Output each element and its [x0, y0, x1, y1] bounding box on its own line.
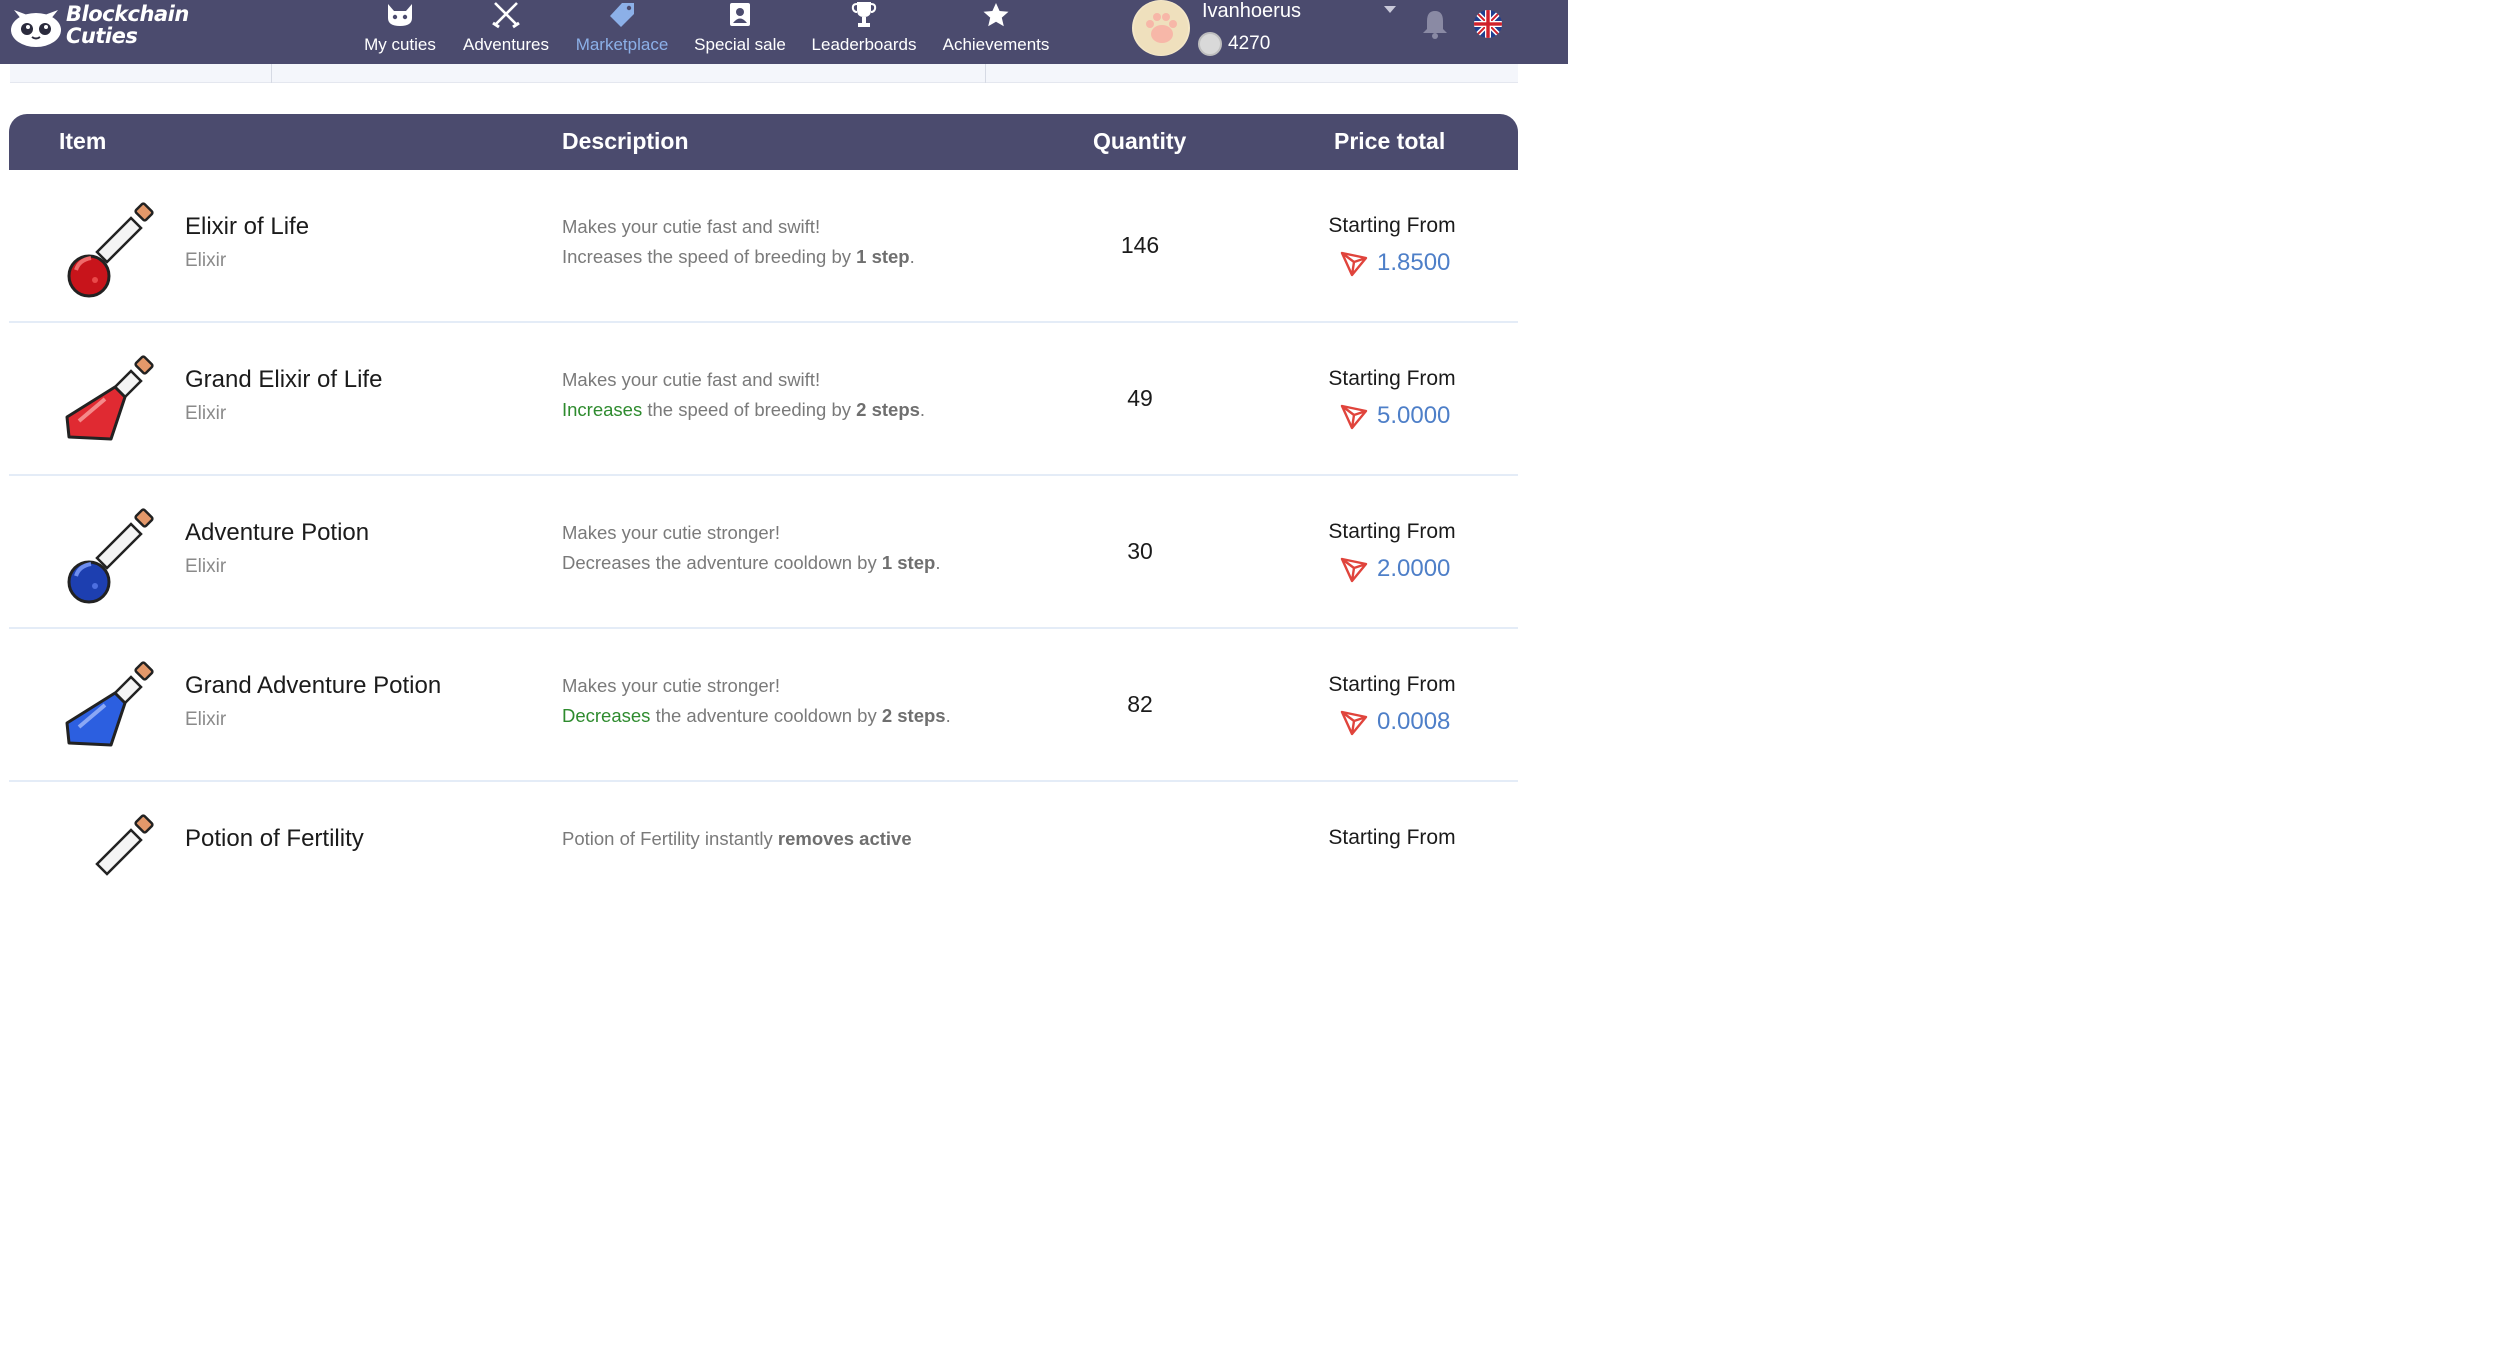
nav-adventures[interactable]: Adventures — [461, 0, 551, 64]
table-row[interactable]: Grand Elixir of Life Elixir Makes your c… — [9, 323, 1518, 476]
logo-text-line1: Blockchain — [66, 2, 189, 26]
price-value: 1.8500 — [1377, 249, 1451, 276]
item-name[interactable]: Grand Elixir of Life — [185, 366, 382, 394]
price-label: Starting From — [1328, 520, 1456, 543]
quantity: 82 — [1127, 691, 1153, 717]
nav-label: Marketplace — [575, 35, 669, 54]
header-quantity: Quantity — [1093, 128, 1187, 154]
nav-achievements[interactable]: Achievements — [940, 0, 1052, 64]
table-header: Item Description Quantity Price total — [9, 114, 1518, 170]
item-type: Elixir — [185, 250, 227, 271]
nav-label: Achievements — [942, 35, 1050, 54]
nav-leaderboards[interactable]: Leaderboards — [809, 0, 919, 64]
description-line1: Makes your cutie stronger! — [562, 522, 780, 543]
fertility-potion-icon — [95, 814, 154, 876]
description-line1: Makes your cutie stronger! — [562, 675, 780, 696]
header-description: Description — [562, 128, 689, 154]
item-type: Elixir — [185, 403, 227, 424]
nav-label: Adventures — [463, 35, 549, 54]
table-row[interactable]: Potion of Fertility Potion of Fertility … — [9, 782, 1518, 935]
nav-special-sale[interactable]: Special sale — [692, 0, 788, 64]
item-type: Elixir — [185, 709, 227, 730]
tron-icon — [1340, 404, 1368, 430]
tron-icon — [1340, 557, 1368, 583]
coin-icon — [1198, 32, 1222, 56]
blockchain-cuties-logo[interactable]: Blockchain Cuties — [8, 2, 189, 48]
logo-text-line2: Cuties — [66, 24, 138, 48]
table-row[interactable]: Elixir of Life Elixir Makes your cutie f… — [9, 170, 1518, 323]
notification-bell-icon[interactable] — [1420, 8, 1450, 40]
price[interactable]: 0.0008 — [1339, 707, 1450, 737]
price-tag-icon — [607, 0, 637, 30]
item-name[interactable]: Adventure Potion — [185, 519, 369, 547]
cat-logo-icon — [11, 10, 61, 47]
coin-balance: 4270 — [1198, 32, 1270, 56]
divider — [985, 64, 986, 83]
price-label: Starting From — [1328, 673, 1456, 696]
tron-icon — [1340, 251, 1368, 277]
divider — [271, 64, 272, 83]
nav-label: Leaderboards — [811, 35, 917, 54]
username: Ivanhoerus — [1202, 0, 1301, 22]
price-label: Starting From — [1328, 214, 1456, 237]
price-value: 5.0000 — [1377, 402, 1451, 429]
price-label: Starting From — [1328, 367, 1456, 390]
header-price-total: Price total — [1334, 128, 1446, 154]
nav-marketplace[interactable]: Marketplace — [573, 0, 671, 64]
trophy-icon — [849, 0, 879, 30]
uk-flag-icon[interactable] — [1474, 10, 1502, 38]
description-line2: Decreases the adventure cooldown by 2 st… — [562, 705, 951, 726]
nav-label: Special sale — [694, 35, 786, 54]
description-line1: Makes your cutie fast and swift! — [562, 369, 821, 390]
table-row[interactable]: Adventure Potion Elixir Makes your cutie… — [9, 476, 1518, 629]
price[interactable]: 5.0000 — [1339, 401, 1450, 431]
quantity: 146 — [1120, 232, 1160, 258]
quantity: 30 — [1127, 538, 1153, 564]
cat-face-icon — [385, 0, 415, 30]
filter-bar-edge — [10, 64, 1518, 83]
header-item: Item — [59, 128, 107, 154]
paw-icon — [1134, 1, 1188, 55]
item-name[interactable]: Elixir of Life — [185, 213, 309, 241]
description-line1: Potion of Fertility instantly removes ac… — [562, 828, 912, 849]
price-value: 2.0000 — [1377, 555, 1451, 582]
badge-card-icon — [725, 0, 755, 30]
tron-icon — [1340, 710, 1368, 736]
crossed-swords-icon — [491, 0, 521, 30]
item-type: Elixir — [185, 556, 227, 577]
price[interactable]: 1.8500 — [1339, 248, 1450, 278]
blue-flask-potion-icon — [65, 661, 154, 747]
quantity: 49 — [1127, 385, 1153, 411]
price-value: 0.0008 — [1377, 708, 1451, 735]
blue-round-potion-icon — [67, 508, 154, 604]
user-menu-caret-icon[interactable] — [1384, 6, 1396, 13]
description-line2: Increases the speed of breeding by 1 ste… — [562, 246, 915, 267]
nav-my-cuties[interactable]: My cuties — [362, 0, 438, 64]
red-round-potion-icon — [67, 202, 154, 298]
item-name[interactable]: Grand Adventure Potion — [185, 672, 441, 700]
coin-count: 4270 — [1228, 33, 1271, 54]
avatar[interactable] — [1132, 0, 1190, 56]
star-icon — [981, 0, 1011, 30]
price-label: Starting From — [1328, 826, 1456, 849]
top-navigation-bar: Blockchain Cuties My cuties Adventures M… — [0, 0, 1568, 64]
item-name[interactable]: Potion of Fertility — [185, 825, 364, 853]
description-line1: Makes your cutie fast and swift! — [562, 216, 821, 237]
description-line2: Decreases the adventure cooldown by 1 st… — [562, 552, 941, 573]
nav-label: My cuties — [364, 35, 436, 54]
description-line2: Increases the speed of breeding by 2 ste… — [562, 399, 926, 420]
red-flask-potion-icon — [65, 355, 154, 441]
table-row[interactable]: Grand Adventure Potion Elixir Makes your… — [9, 629, 1518, 782]
price[interactable]: 2.0000 — [1339, 554, 1450, 584]
